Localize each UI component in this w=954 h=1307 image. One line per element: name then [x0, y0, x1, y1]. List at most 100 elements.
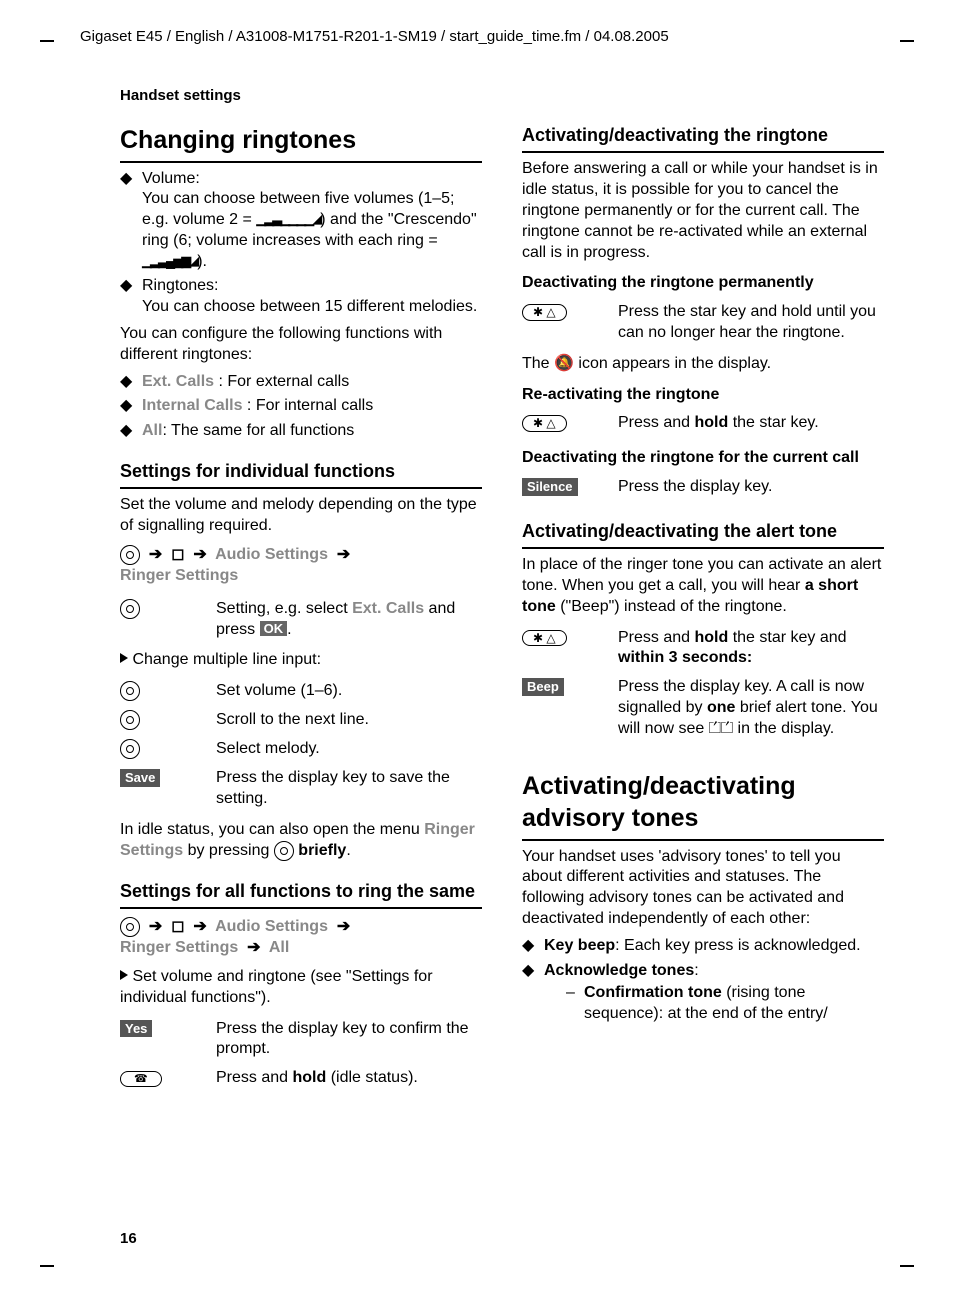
set-vol-ring: Set volume and ringtone (see "Settings f… — [120, 967, 482, 1009]
diamond-bullet-icon — [120, 372, 142, 393]
menu-icon: ◻ — [171, 546, 184, 563]
text: ("Beep") instead of the ringtone. — [556, 598, 787, 615]
individual-intro: Set the volume and melody depending on t… — [120, 495, 482, 537]
right-column: Activating/deactivating the ringtone Bef… — [522, 124, 884, 1097]
confirmation-label: Confirmation tone — [584, 984, 722, 1001]
ok-softkey: OK — [260, 621, 288, 637]
table-row: ✱ △Press and hold the star key and withi… — [522, 624, 884, 674]
bullet-list: Volume: You can choose between five volu… — [120, 169, 482, 319]
row-text: Press the display key. — [618, 473, 884, 502]
beep-softkey: Beep — [522, 678, 564, 696]
icon-note: The 🔕 icon appears in the display. — [522, 354, 884, 375]
star-key-icon: ✱ △ — [522, 415, 567, 431]
nav-key-icon — [120, 739, 140, 759]
config-intro: You can configure the following function… — [120, 324, 482, 366]
table-row: SavePress the display key to save the se… — [120, 764, 482, 814]
silence-softkey: Silence — [522, 478, 578, 496]
text: Press and — [618, 414, 694, 431]
ringtones-label: Ringtones: — [142, 277, 219, 294]
menu-audio: Audio Settings — [215, 918, 328, 935]
row-text: Select melody. — [216, 735, 482, 764]
key-beep-text: : Each key press is acknowledged. — [615, 937, 860, 954]
row-text: Press and — [216, 1069, 292, 1086]
cropmark — [900, 1265, 914, 1267]
table-row: Setting, e.g. select Ext. Calls and pres… — [120, 595, 482, 645]
diamond-bullet-icon — [120, 421, 142, 442]
heading-individual-functions: Settings for individual functions — [120, 460, 482, 489]
heading-react: Re-activating the ringtone — [522, 385, 884, 406]
row-text: Scroll to the next line. — [216, 706, 482, 735]
list-item: Internal Calls : For internal calls — [120, 396, 482, 417]
within-3s: within 3 seconds: — [618, 649, 752, 666]
nav-key-icon — [274, 841, 294, 861]
list-item: Ext. Calls : For external calls — [120, 372, 482, 393]
text: the star key. — [728, 414, 818, 431]
yes-softkey: Yes — [120, 1020, 152, 1038]
section-label: Handset settings — [120, 87, 894, 104]
table-row: Select melody. — [120, 735, 482, 764]
all-label: All — [142, 422, 162, 439]
table-row: ✱ △ Press the star key and hold until you… — [522, 298, 884, 348]
star-key-icon: ✱ △ — [522, 304, 567, 320]
set-vol-ring-text: Set volume and ringtone (see "Settings f… — [120, 968, 433, 1006]
actring-text: Before answering a call or while your ha… — [522, 159, 884, 263]
nav-key-icon — [120, 545, 140, 565]
table-row: Scroll to the next line. — [120, 706, 482, 735]
nav-key-icon — [120, 681, 140, 701]
row-text: Set volume (1–6). — [216, 677, 482, 706]
hold: hold — [694, 414, 728, 431]
ext-calls-inline: Ext. Calls — [352, 600, 424, 617]
one: one — [707, 699, 735, 716]
row-text: Press the star key and hold until you ca… — [618, 298, 884, 348]
menu-path: ➔ ◻ ➔ Audio Settings ➔ Ringer Settings ➔… — [120, 917, 482, 959]
list-item: Ringtones: You can choose between 15 dif… — [120, 276, 482, 318]
nav-key-icon — [120, 599, 140, 619]
heading-changing-ringtones: Changing ringtones — [120, 124, 482, 163]
text: icon appears in the display. — [574, 355, 771, 372]
menu-path: ➔ ◻ ➔ Audio Settings ➔ Ringer Settings — [120, 545, 482, 587]
diamond-bullet-icon — [522, 961, 544, 1027]
briefly: briefly — [298, 842, 346, 859]
menu-ringer: Ringer Settings — [120, 939, 238, 956]
hold: hold — [292, 1069, 326, 1086]
menu-audio: Audio Settings — [215, 546, 328, 563]
text: The — [522, 355, 554, 372]
star-key-icon: ✱ △ — [522, 630, 567, 646]
list-item: Volume: You can choose between five volu… — [120, 169, 482, 273]
save-softkey: Save — [120, 769, 160, 787]
cropmark — [40, 1265, 54, 1267]
columns: Changing ringtones Volume: You can choos… — [120, 124, 884, 1097]
nav-key-icon — [120, 710, 140, 730]
page: Gigaset E45 / English / A31008-M1751-R20… — [0, 0, 954, 1307]
diamond-bullet-icon — [120, 276, 142, 318]
heading-advisory-tones: Activating/deactivating advisory tones — [522, 770, 884, 841]
heading-activate-ringtone: Activating/deactivating the ringtone — [522, 124, 884, 153]
list-item: All: The same for all functions — [120, 421, 482, 442]
diamond-bullet-icon — [120, 396, 142, 417]
change-multi-text: Change multiple line input: — [132, 651, 321, 668]
dash-icon — [566, 983, 584, 1025]
volume-bars-icon: ▁▂▃▁▁▁▁◢ — [256, 211, 320, 228]
advisory-intro: Your handset uses 'advisory tones' to te… — [522, 847, 884, 930]
volume-text: ). — [197, 253, 207, 270]
ack-label: Acknowledge tones — [544, 962, 694, 979]
hangup-key-icon: ☎ — [120, 1071, 162, 1087]
diamond-bullet-icon — [522, 936, 544, 957]
running-head: Gigaset E45 / English / A31008-M1751-R20… — [80, 28, 894, 45]
table-row: YesPress the display key to confirm the … — [120, 1015, 482, 1065]
table-row: BeepPress the display key. A call is now… — [522, 673, 884, 743]
all-text: : The same for all functions — [162, 422, 354, 439]
ext-calls-text: : For external calls — [214, 373, 349, 390]
idle-text: In idle status, you can also open the me… — [120, 821, 424, 838]
change-multi: Change multiple line input: — [120, 650, 482, 671]
row-text: Setting, e.g. select — [216, 600, 352, 617]
heading-deact-perm: Deactivating the ringtone permanently — [522, 273, 884, 294]
mute-bell-icon: 🔕 — [554, 355, 574, 372]
table-row: ☎ Press and hold (idle status). — [120, 1064, 482, 1093]
alert-tone-icon: ⏍⏍ — [709, 720, 733, 737]
cropmark — [40, 40, 54, 42]
table-row: Set volume (1–6). — [120, 677, 482, 706]
idle-note: In idle status, you can also open the me… — [120, 820, 482, 862]
page-number: 16 — [120, 1230, 137, 1247]
table-row: Silence Press the display key. — [522, 473, 884, 502]
